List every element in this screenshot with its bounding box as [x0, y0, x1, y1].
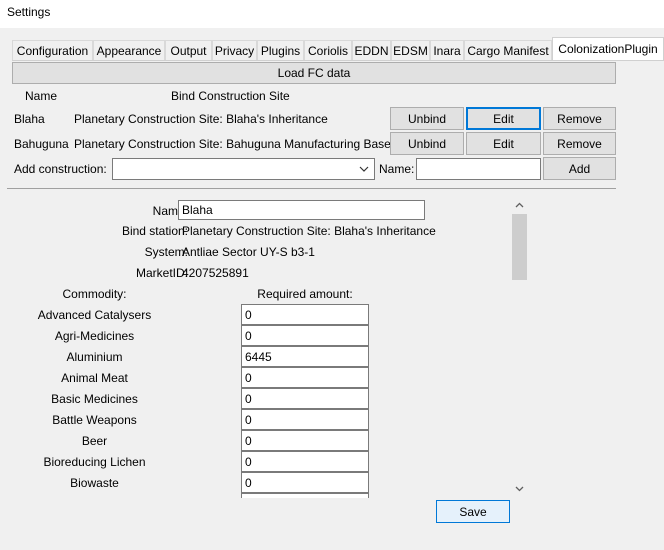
- commodity-amount-input[interactable]: [241, 367, 369, 388]
- tab-cargo-manifest[interactable]: Cargo Manifest: [464, 40, 552, 60]
- load-fc-data-button[interactable]: Load FC data: [12, 62, 616, 84]
- edit-button[interactable]: Edit: [466, 132, 541, 155]
- commodity-amount-input[interactable]: [241, 388, 369, 409]
- tab-configuration[interactable]: Configuration: [12, 40, 93, 60]
- construction-select[interactable]: [112, 158, 375, 180]
- commodity-name: Animal Meat: [61, 371, 128, 385]
- commodity-name: Aluminium: [66, 350, 123, 364]
- tab-divider: [12, 60, 664, 61]
- header-bind-site: Bind Construction Site: [171, 89, 290, 103]
- unbind-button[interactable]: Unbind: [390, 132, 464, 155]
- tab-privacy[interactable]: Privacy: [212, 40, 257, 60]
- commodity-name: Basic Medicines: [51, 392, 138, 406]
- commodity-name: Bioreducing Lichen: [43, 455, 146, 469]
- commodity-amount-input[interactable]: [241, 409, 369, 430]
- remove-button[interactable]: Remove: [543, 132, 616, 155]
- commodity-name: Battle Weapons: [52, 413, 137, 427]
- chevron-down-icon[interactable]: [515, 486, 524, 492]
- edit-button[interactable]: Edit: [466, 107, 541, 130]
- tab-inara[interactable]: Inara: [430, 40, 464, 60]
- window-title: Settings: [7, 5, 51, 19]
- tab-appearance[interactable]: Appearance: [93, 40, 165, 60]
- tab-coriolis[interactable]: Coriolis: [304, 40, 352, 60]
- add-construction-label: Add construction:: [14, 162, 107, 176]
- commodity-name: Biowaste: [70, 476, 119, 490]
- commodity-header: Commodity:: [62, 287, 127, 301]
- commodity-amount-input[interactable]: [241, 430, 369, 451]
- save-button[interactable]: Save: [436, 500, 510, 523]
- separator: [7, 188, 616, 189]
- binding-site: Planetary Construction Site: Blaha's Inh…: [74, 112, 328, 126]
- commodity-amount-input[interactable]: [241, 493, 369, 498]
- tab-colonization-plugin[interactable]: ColonizationPlugin: [552, 37, 664, 61]
- commodity-amount-input[interactable]: [241, 304, 369, 325]
- unbind-button[interactable]: Unbind: [390, 107, 464, 130]
- commodity-name: Beer: [81, 434, 108, 448]
- commodity-name: Advanced Catalysers: [37, 308, 152, 322]
- tab-plugins[interactable]: Plugins: [257, 40, 304, 60]
- commodity-amount-input[interactable]: [241, 325, 369, 346]
- title-bar: Settings: [0, 0, 664, 28]
- commodity-name: Agri-Medicines: [54, 329, 135, 343]
- tab-edsm[interactable]: EDSM: [391, 40, 430, 60]
- bind-station-label: Bind station:: [121, 224, 188, 238]
- binding-name: Blaha: [14, 112, 45, 126]
- required-amount-header: Required amount:: [257, 287, 353, 301]
- chevron-up-icon[interactable]: [515, 202, 524, 208]
- header-name: Name: [25, 89, 58, 103]
- system-value: Antliae Sector UY-S b3-1: [182, 245, 315, 259]
- chevron-down-icon[interactable]: [359, 166, 369, 173]
- remove-button[interactable]: Remove: [543, 107, 616, 130]
- commodity-amount-input[interactable]: [241, 451, 369, 472]
- binding-site: Planetary Construction Site: Bahuguna Ma…: [74, 137, 391, 151]
- tab-output[interactable]: Output: [165, 40, 212, 60]
- tab-eddn[interactable]: EDDN: [352, 40, 391, 60]
- scrollbar-thumb[interactable]: [512, 214, 527, 280]
- market-id-value: 4207525891: [182, 266, 249, 280]
- detail-name-input[interactable]: [178, 200, 425, 220]
- add-button[interactable]: Add: [543, 157, 616, 180]
- commodity-amount-input[interactable]: [241, 346, 369, 367]
- commodity-amount-input[interactable]: [241, 472, 369, 493]
- construction-name-input[interactable]: [416, 158, 541, 180]
- binding-name: Bahuguna: [14, 137, 69, 151]
- name-label: Name:: [379, 162, 415, 176]
- construction-details-panel[interactable]: Name: Bind station: Planetary Constructi…: [12, 195, 529, 498]
- bind-station-value: Planetary Construction Site: Blaha's Inh…: [182, 224, 436, 238]
- market-id-label: MarketID:: [135, 266, 188, 280]
